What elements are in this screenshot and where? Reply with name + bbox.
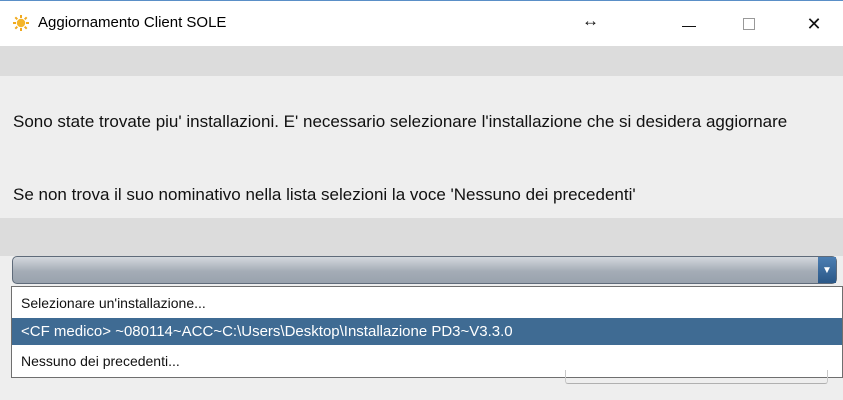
header-strip [0,46,843,76]
list-item[interactable]: Selezionare un'installazione... [12,289,842,317]
sun-gear-icon [12,14,30,32]
minimize-icon [682,25,696,27]
message-panel: Sono state trovate piu' installazioni. E… [0,76,843,218]
installation-dropdown-list: Selezionare un'installazione... <CF medi… [11,286,843,378]
chevron-down-icon[interactable]: ▼ [818,257,836,283]
window-title: Aggiornamento Client SOLE [38,14,227,31]
minimize-button[interactable] [660,1,718,47]
message-multiple-installations: Sono state trovate piu' installazioni. E… [13,112,788,131]
combo-strip [0,218,843,256]
maximize-icon [743,18,755,30]
maximize-button[interactable] [720,1,778,47]
message-none-hint: Se non trova il suo nominativo nella lis… [13,185,636,204]
list-item-selected[interactable]: <CF medico> ~080114~ACC~C:\Users\Desktop… [12,318,842,345]
obscured-button[interactable] [565,370,828,384]
window-titlebar: Aggiornamento Client SOLE ↔ ✕ [0,0,843,46]
close-icon: ✕ [806,13,822,34]
installation-combobox[interactable]: ▼ [12,256,837,284]
resize-icon[interactable]: ↔ [582,11,599,31]
close-button[interactable]: ✕ [785,1,843,47]
